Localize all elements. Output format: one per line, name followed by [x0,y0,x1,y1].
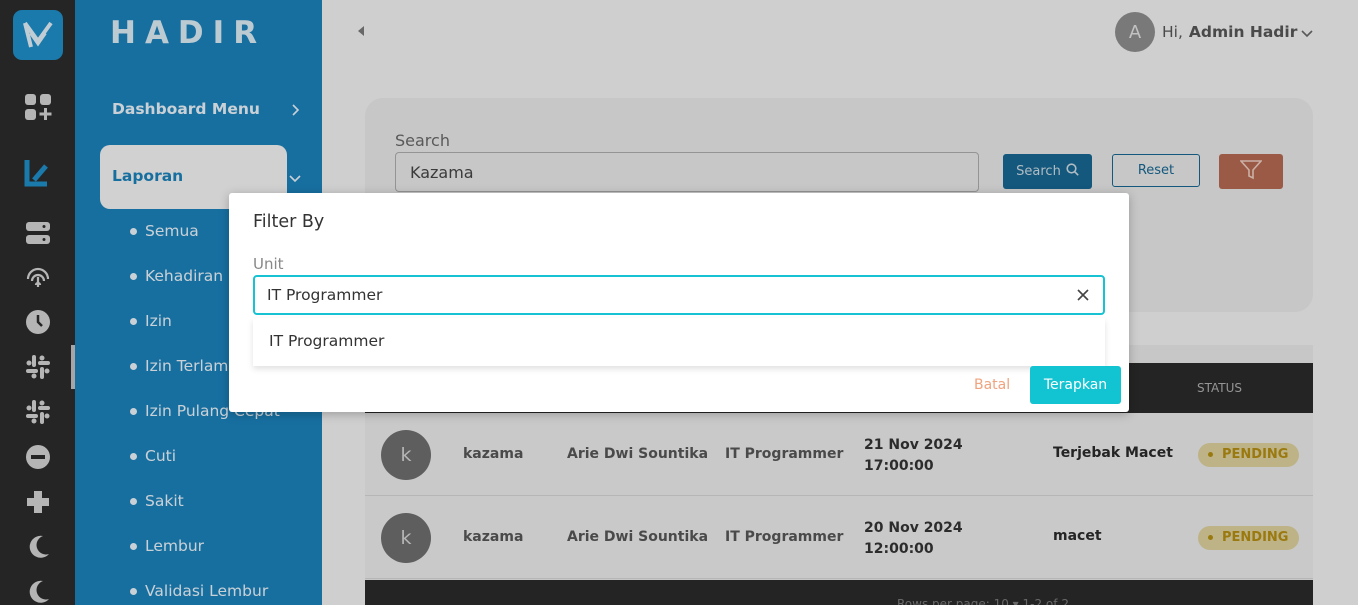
unit-dropdown: IT Programmer [253,318,1105,366]
chevron-down-icon [1301,23,1313,42]
sidebar-subitem-izin[interactable]: Izin [130,312,172,330]
sidebar-subitem-lembur[interactable]: Lembur [130,537,204,555]
table-row[interactable]: k kazama Arie Dwi Sountika IT Programmer… [365,413,1313,496]
avatar: k [381,513,431,563]
search-button[interactable]: Search [1003,154,1092,189]
greeting: Hi, [1162,23,1183,41]
filter-button[interactable] [1219,154,1283,189]
cell-reason: Terjebak Macet [1053,445,1173,461]
cell-name: Arie Dwi Sountika [567,529,709,545]
filter-modal: Filter By Unit IT Programmer Batal Terap… [229,193,1129,412]
avatar: A [1115,12,1155,52]
unit-select-input[interactable] [253,275,1105,315]
bullet-icon [130,587,137,595]
sidebar-subitem-cuti[interactable]: Cuti [130,447,176,465]
cell-name: Arie Dwi Sountika [567,446,709,462]
clock-icon[interactable] [23,307,53,337]
bullet-icon [130,227,137,235]
plus-icon[interactable] [23,487,53,517]
cell-unit: IT Programmer [725,529,844,545]
sidebar-subitem-validasi-lembur[interactable]: Validasi Lembur [130,582,268,600]
moon-alt-icon[interactable] [23,577,53,605]
report-icon[interactable] [23,158,53,188]
unit-label: Unit [253,255,284,273]
avatar: k [381,430,431,480]
sidebar-subitem-sakit[interactable]: Sakit [130,492,184,510]
cell-unit: IT Programmer [725,446,844,462]
chevron-down-icon [289,168,301,187]
sidebar-item-dashboard[interactable]: Dashboard Menu [112,100,260,118]
filter-icon [1239,159,1263,184]
sidebar-subitem-kehadiran[interactable]: Kehadiran [130,267,223,285]
bullet-icon [130,272,137,280]
user-name: Admin Hadir [1188,23,1298,41]
bullet-icon [130,407,137,415]
slack-alt-icon[interactable] [23,397,53,427]
bullet-icon [130,542,137,550]
dashboard-grid-icon[interactable] [23,92,53,122]
moon-icon[interactable] [23,532,53,562]
status-badge: PENDING [1198,443,1300,467]
clear-icon[interactable] [1075,287,1091,303]
sidebar-toggle-icon[interactable] [358,26,364,36]
cancel-button[interactable]: Batal [974,377,1010,393]
reset-button[interactable]: Reset [1112,154,1200,187]
apply-button[interactable]: Terapkan [1030,366,1121,404]
modal-title: Filter By [253,212,325,232]
minus-circle-icon[interactable] [23,442,53,472]
brand-title: HADIR [110,15,267,51]
bullet-icon [130,317,137,325]
search-label: Search [395,131,450,150]
slack-icon[interactable] [23,352,53,382]
table-footer [365,580,1313,605]
bullet-icon [130,362,137,370]
cell-datetime: 20 Nov 2024 12:00:00 [864,520,963,557]
chevron-right-icon [290,101,300,120]
dropdown-option[interactable]: IT Programmer [269,332,384,350]
bullet-icon [130,452,137,460]
icon-rail [0,0,75,605]
status-badge: PENDING [1198,526,1300,550]
cell-datetime: 21 Nov 2024 17:00:00 [864,437,963,474]
bullet-icon [130,497,137,505]
cell-username: kazama [463,529,524,545]
column-header-status: STATUS [1197,381,1243,395]
cell-username: kazama [463,446,524,462]
pagination[interactable]: Rows per page: 10 ▾ 1-2 of 2 [897,597,1069,605]
app-logo-icon[interactable] [13,10,63,60]
fingerprint-icon[interactable] [23,262,53,292]
sidebar-subitem-semua[interactable]: Semua [130,222,199,240]
server-icon[interactable] [23,218,53,248]
cell-reason: macet [1053,528,1102,544]
search-icon [1066,163,1079,180]
search-input[interactable] [395,152,979,192]
user-menu[interactable]: A Hi, Admin Hadir [1115,12,1313,52]
table-row[interactable]: k kazama Arie Dwi Sountika IT Programmer… [365,496,1313,579]
